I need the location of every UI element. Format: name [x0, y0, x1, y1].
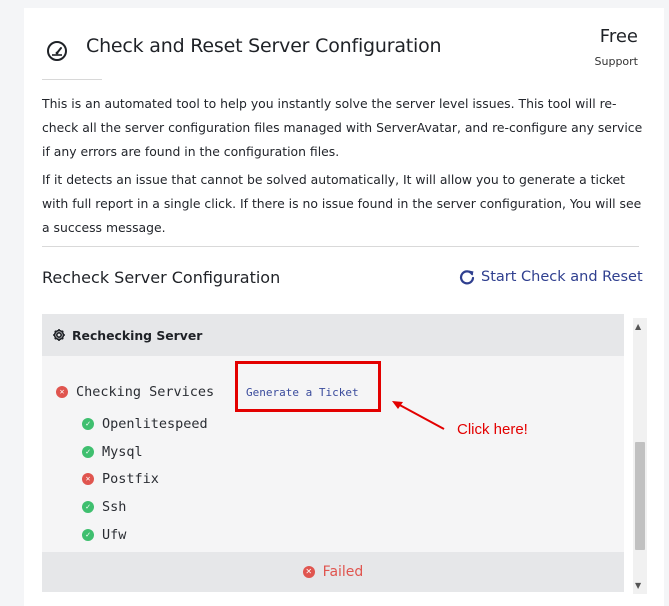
x-circle-icon: ✕ — [82, 473, 94, 485]
start-check-reset-button[interactable]: Start Check and Reset — [459, 269, 643, 285]
check-label: Checking Services — [76, 384, 215, 400]
start-check-reset-label: Start Check and Reset — [481, 269, 643, 285]
plan-badge-sub: Support — [594, 55, 638, 68]
x-circle-icon: ✕ — [56, 386, 68, 398]
highlight-box — [235, 361, 381, 412]
panel-header: Rechecking Server — [42, 314, 624, 356]
arrow-icon — [392, 401, 445, 430]
checking-services-row: ✕ Checking Services — [56, 384, 214, 400]
check-circle-icon: ✓ — [82, 446, 94, 458]
panel-header-label: Rechecking Server — [72, 327, 203, 343]
service-name: Mysql — [102, 444, 143, 460]
title-divider — [42, 79, 102, 80]
service-name: Ufw — [102, 527, 127, 543]
section-divider — [42, 246, 639, 247]
description-paragraph: If it detects an issue that cannot be so… — [42, 172, 642, 235]
plan-badge: Free — [599, 26, 638, 47]
service-row: ✕ Postfix — [82, 471, 159, 487]
status-footer: ✕ Failed — [42, 552, 624, 592]
page-title: Check and Reset Server Configuration — [86, 35, 442, 57]
service-name: Postfix — [102, 471, 159, 487]
panel-scrollbar[interactable]: ▲ ▼ — [633, 318, 647, 594]
gear-icon — [53, 329, 65, 341]
config-card: Check and Reset Server Configuration Fre… — [24, 8, 664, 606]
refresh-icon — [459, 270, 475, 285]
service-name: Ssh — [102, 499, 127, 515]
recheck-log-panel: Rechecking Server ✕ Checking Services Ge… — [42, 314, 624, 592]
status-label: Failed — [322, 564, 364, 580]
check-circle-icon: ✓ — [82, 418, 94, 430]
click-here-note: Click here! — [457, 421, 528, 438]
check-circle-icon: ✓ — [82, 501, 94, 513]
x-circle-icon: ✕ — [302, 566, 315, 578]
service-row: ✓ Mysql — [82, 444, 143, 460]
scroll-up-icon[interactable]: ▲ — [635, 322, 641, 331]
service-row: ✓ Ssh — [82, 499, 126, 515]
service-row: ✓ Openlitespeed — [82, 416, 208, 432]
description-paragraph: This is an automated tool to help you in… — [42, 96, 643, 159]
gauge-icon — [47, 41, 67, 61]
scroll-down-icon[interactable]: ▼ — [635, 581, 641, 590]
service-name: Openlitespeed — [102, 416, 208, 432]
service-row: ✓ Ufw — [82, 527, 126, 543]
scroll-thumb[interactable] — [635, 442, 645, 550]
section-title: Recheck Server Configuration — [42, 268, 281, 287]
check-circle-icon: ✓ — [82, 529, 94, 541]
